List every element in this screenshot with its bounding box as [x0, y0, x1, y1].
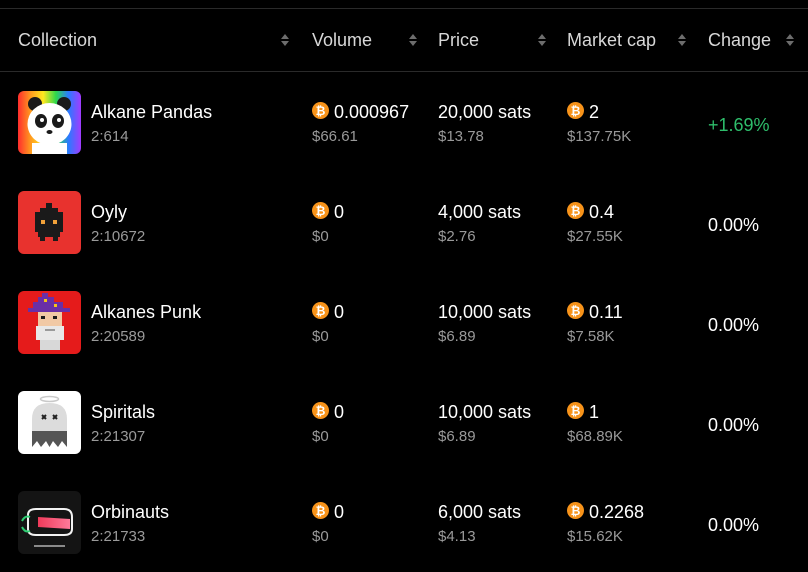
bitcoin-icon: ₿: [312, 302, 329, 319]
volume-usd: $0: [312, 528, 329, 545]
svg-text:₿: ₿: [571, 404, 581, 418]
price-usd: $6.89: [438, 428, 476, 445]
volume-btc: 0: [334, 502, 345, 522]
column-label-market-cap: Market cap: [567, 30, 657, 50]
volume-usd: $0: [312, 328, 329, 345]
sort-arrows-icon[interactable]: [785, 32, 795, 48]
collection-name[interactable]: Spiritals: [91, 402, 155, 423]
column-header-volume[interactable]: Volume: [312, 9, 422, 72]
svg-text:₿: ₿: [316, 204, 326, 218]
ghost-thumbnail[interactable]: [18, 391, 81, 454]
bitcoin-icon: ₿: [312, 202, 329, 219]
table-header: Collection Volume Price Market cap Chang…: [0, 9, 808, 72]
market-cap-btc: 1: [589, 402, 600, 422]
column-header-market-cap[interactable]: Market cap: [567, 9, 691, 72]
market-cap-usd: $27.55K: [567, 228, 623, 245]
price-usd: $6.89: [438, 328, 476, 345]
column-header-price[interactable]: Price: [438, 9, 550, 72]
market-cap-btc: 2: [589, 102, 600, 122]
market-cap-btc: 0.4: [589, 202, 615, 222]
column-label-change: Change: [708, 30, 772, 50]
price-sats: 4,000 sats: [438, 202, 522, 222]
volume-usd: $0: [312, 228, 329, 245]
column-header-collection[interactable]: Collection: [18, 9, 298, 72]
change-percent: 0.00%: [708, 215, 760, 235]
volume-btc: 0: [334, 302, 345, 322]
market-cap-usd: $137.75K: [567, 128, 632, 145]
punk-thumbnail[interactable]: [18, 291, 81, 354]
bitcoin-icon: ₿: [567, 302, 584, 319]
column-label-volume: Volume: [312, 30, 373, 50]
svg-text:₿: ₿: [571, 104, 581, 118]
bitcoin-icon: ₿: [312, 402, 329, 419]
volume-usd: $0: [312, 428, 329, 445]
bitcoin-icon: ₿: [567, 202, 584, 219]
price-usd: $2.76: [438, 228, 476, 245]
bitcoin-icon: ₿: [567, 502, 584, 519]
column-header-change[interactable]: Change: [708, 9, 804, 72]
price-sats: 10,000 sats: [438, 402, 532, 422]
price-usd: $13.78: [438, 128, 484, 145]
collection-name[interactable]: Alkanes Punk: [91, 302, 201, 323]
collections-table: Collection Volume Price Market cap Chang…: [0, 0, 808, 572]
collection-id: 2:20589: [91, 328, 146, 345]
bitcoin-icon: ₿: [312, 502, 329, 519]
market-cap-btc: 0.2268: [589, 502, 645, 522]
volume-btc: 0: [334, 202, 345, 222]
collection-id: 2:21733: [91, 528, 146, 545]
bitcoin-icon: ₿: [567, 402, 584, 419]
svg-text:₿: ₿: [571, 504, 581, 518]
market-cap-usd: $7.58K: [567, 328, 615, 345]
panda-thumbnail[interactable]: [18, 91, 81, 154]
collection-id: 2:10672: [91, 228, 146, 245]
price-sats: 20,000 sats: [438, 102, 532, 122]
svg-text:₿: ₿: [316, 304, 326, 318]
table-row[interactable]: Alkanes Punk 2:20589 ₿ 0 $0 10,000 sats …: [0, 273, 808, 373]
collection-name[interactable]: Oyly: [91, 202, 127, 223]
market-cap-btc: 0.11: [589, 302, 623, 322]
sort-arrows-icon[interactable]: [537, 32, 547, 48]
market-cap-usd: $15.62K: [567, 528, 623, 545]
market-cap-usd: $68.89K: [567, 428, 623, 445]
table-row[interactable]: Alkane Pandas 2:614 ₿ 0.000967 $66.61 20…: [0, 73, 808, 173]
volume-btc: 0: [334, 402, 345, 422]
change-percent: 0.00%: [708, 515, 760, 535]
price-sats: 10,000 sats: [438, 302, 532, 322]
sort-arrows-icon[interactable]: [280, 32, 290, 48]
volume-btc: 0.000967: [334, 102, 410, 122]
change-percent: 0.00%: [708, 315, 760, 335]
price-usd: $4.13: [438, 528, 476, 545]
sort-arrows-icon[interactable]: [677, 32, 687, 48]
orbinauts-thumbnail[interactable]: [18, 491, 81, 554]
oyly-thumbnail[interactable]: [18, 191, 81, 254]
table-row[interactable]: Orbinauts 2:21733 ₿ 0 $0 6,000 sats $4.1…: [0, 473, 808, 572]
svg-text:₿: ₿: [571, 304, 581, 318]
volume-usd: $66.61: [312, 128, 358, 145]
table-row[interactable]: Spiritals 2:21307 ₿ 0 $0 10,000 sats $6.…: [0, 373, 808, 473]
svg-text:₿: ₿: [316, 504, 326, 518]
bitcoin-icon: ₿: [567, 102, 584, 119]
collection-name[interactable]: Alkane Pandas: [91, 102, 212, 123]
sort-arrows-icon[interactable]: [408, 32, 418, 48]
change-percent: +1.69%: [708, 115, 770, 135]
bitcoin-icon: ₿: [312, 102, 329, 119]
svg-text:₿: ₿: [316, 104, 326, 118]
column-label-price: Price: [438, 30, 480, 50]
change-percent: 0.00%: [708, 415, 760, 435]
collection-id: 2:21307: [91, 428, 146, 445]
table-row[interactable]: Oyly 2:10672 ₿ 0 $0 4,000 sats $2.76 ₿ 0…: [0, 173, 808, 273]
svg-text:₿: ₿: [571, 204, 581, 218]
svg-text:₿: ₿: [316, 404, 326, 418]
collection-name[interactable]: Orbinauts: [91, 502, 169, 523]
column-label-collection: Collection: [18, 30, 98, 50]
collection-id: 2:614: [91, 128, 129, 145]
price-sats: 6,000 sats: [438, 502, 522, 522]
